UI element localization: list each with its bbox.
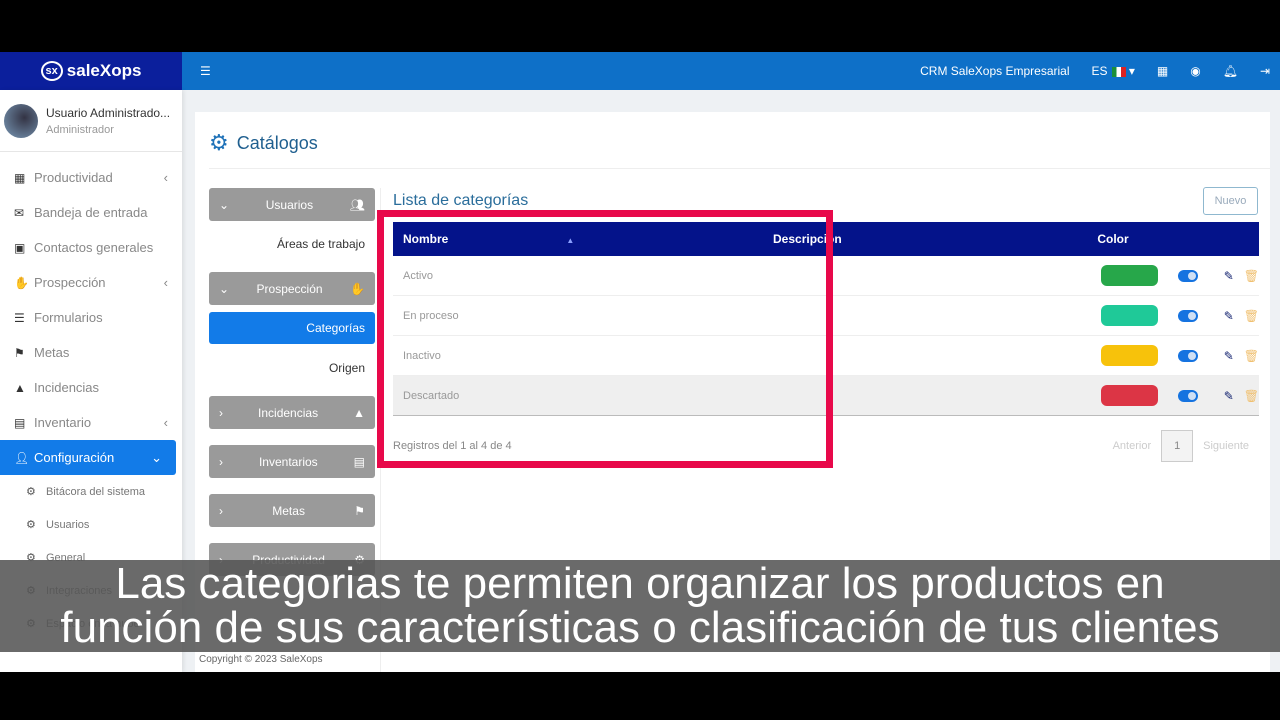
color-swatch [1101,385,1158,406]
page-title: ⚙ Catálogos [209,130,318,155]
trash-icon[interactable]: 🗑︎ [1244,309,1259,323]
user-panel[interactable]: Usuario Administrado... Administrador [0,90,182,152]
flag-icon: ⚑ [14,345,25,360]
catalog-subitem[interactable]: Áreas de trabajo [209,228,375,260]
contact-book-icon: ▣ [14,240,26,255]
list-alt-icon: ▤ [14,415,26,430]
gear-icon: ⚙ [26,519,36,531]
user-role: Administrador [46,123,114,136]
warning-icon: ▲ [14,380,26,395]
sidebar-item-metas[interactable]: ⚑ Metas [0,335,182,370]
chevron-icon: ‹ [163,170,168,185]
sidebar-item-formularios[interactable]: ☰ Formularios [0,300,182,335]
color-swatch [1101,345,1158,366]
catalog-group[interactable]: ⌄ Usuarios 👥︎ [209,188,375,221]
catalog-group[interactable]: › Incidencias ▲ [209,396,375,429]
chevron-icon: ‹ [163,415,168,430]
next-button[interactable]: Siguiente [1203,440,1249,452]
catalog-subitem[interactable]: Categorías [209,312,375,344]
sidebar-item-prospeccio-n[interactable]: ✋ Prospección ‹ [0,265,182,300]
column-descripcion[interactable]: Descripción [773,232,1063,246]
list-title: Lista de categorías [393,192,529,209]
chevron-icon: ⌄ [151,449,162,465]
bell-icon[interactable]: 🔔︎ [1223,64,1238,78]
enabled-toggle[interactable] [1177,269,1198,282]
group-icon: ⚑ [354,503,365,518]
catalog-subitem[interactable]: Origen [209,352,375,384]
gear-icon: ⚙ [209,130,229,155]
hamburger-icon[interactable]: ☰ [200,64,211,78]
column-nombre[interactable]: Nombre ▲ [393,232,773,246]
sidebar-item-inventario[interactable]: ▤ Inventario ‹ [0,405,182,440]
brand-logo[interactable]: sx saleXops [0,52,182,90]
logout-icon[interactable]: ⇥ [1260,64,1270,78]
sidebar-subitem[interactable]: ⚙ Usuarios [0,508,182,541]
edit-icon[interactable]: ✎ [1224,349,1234,363]
chevron-down-icon: ⌄ [219,197,230,212]
list-ol-icon: ☰ [14,310,25,325]
table-row[interactable]: Inactivo ✎ 🗑︎ [393,336,1259,376]
trash-icon[interactable]: 🗑︎ [1244,269,1259,283]
catalog-group[interactable]: › Metas ⚑ [209,494,375,527]
trash-icon[interactable]: 🗑︎ [1244,389,1259,403]
copyright: Copyright © 2023 SaleXops [196,653,326,666]
page-1-button[interactable]: 1 [1161,430,1194,462]
table-row[interactable]: Activo ✎ 🗑︎ [393,256,1259,296]
column-color[interactable]: Color [1063,232,1163,246]
group-icon: ✋ [350,281,365,296]
chevron-down-icon: ⌄ [219,281,230,296]
categories-table: Nombre ▲ Descripción Color Activo ✎ 🗑︎ En pr… [393,222,1259,416]
avatar [4,103,38,138]
handshake-icon: ✋ [14,275,29,290]
edit-icon[interactable]: ✎ [1224,309,1234,323]
subtitle-caption: Las categorias te permiten organizar los… [0,560,1280,652]
table-header: Nombre ▲ Descripción Color [393,222,1259,256]
edit-icon[interactable]: ✎ [1224,389,1234,403]
group-icon: ▤ [353,454,365,469]
records-info: Registros del 1 al 4 de 4 [393,440,512,452]
sidebar-item-contactos-generales[interactable]: ▣ Contactos generales [0,230,182,265]
table-footer: Registros del 1 al 4 de 4 Anterior 1 Sig… [393,430,1259,462]
trash-icon[interactable]: 🗑︎ [1244,349,1259,363]
enabled-toggle[interactable] [1177,349,1198,362]
table-row[interactable]: Descartado ✎ 🗑︎ [393,376,1259,416]
prev-button[interactable]: Anterior [1113,440,1152,452]
group-icon: 👥︎ [349,197,365,212]
sidebar-item-incidencias[interactable]: ▲ Incidencias [0,370,182,405]
chevron-icon: ‹ [163,275,168,290]
sidebar-item-configuracio-n[interactable]: 👤︎ Configuración ⌄ [0,440,176,475]
mexico-flag-icon [1111,66,1126,77]
topbar: ☰ CRM SaleXops Empresarial ES ▾ ▦ ◉ 🔔︎ ⇥ [182,52,1280,90]
sidebar-item-bandeja-de-entrada[interactable]: ✉ Bandeja de entrada [0,195,182,230]
table-row[interactable]: En proceso ✎ 🗑︎ [393,296,1259,336]
catalog-group[interactable]: ⌄ Prospección ✋ [209,272,375,305]
envelope-icon: ✉ [14,205,25,220]
company-name: CRM SaleXops Empresarial [920,64,1070,78]
user-cog-icon: 👤︎ [14,450,30,465]
language-selector[interactable]: ES ▾ [1092,64,1135,78]
group-icon: ▲ [353,405,365,420]
edit-icon[interactable]: ✎ [1224,269,1234,283]
cake-icon[interactable]: ▦ [1157,64,1168,78]
color-swatch [1101,265,1158,286]
sidebar-item-productividad[interactable]: ▦ Productividad ‹ [0,160,182,195]
catalog-group[interactable]: › Inventarios ▤ [209,445,375,478]
color-swatch [1101,305,1158,326]
sidebar-subitem[interactable]: ⚙ Bitácora del sistema [0,475,182,508]
gear-icon: ⚙ [26,486,36,498]
new-button[interactable]: Nuevo [1203,187,1258,215]
enabled-toggle[interactable] [1177,309,1198,322]
enabled-toggle[interactable] [1177,389,1198,402]
user-name: Usuario Administrado... [46,105,171,120]
calendar-icon: ▦ [14,170,26,185]
stopwatch-icon[interactable]: ◉ [1190,64,1200,78]
